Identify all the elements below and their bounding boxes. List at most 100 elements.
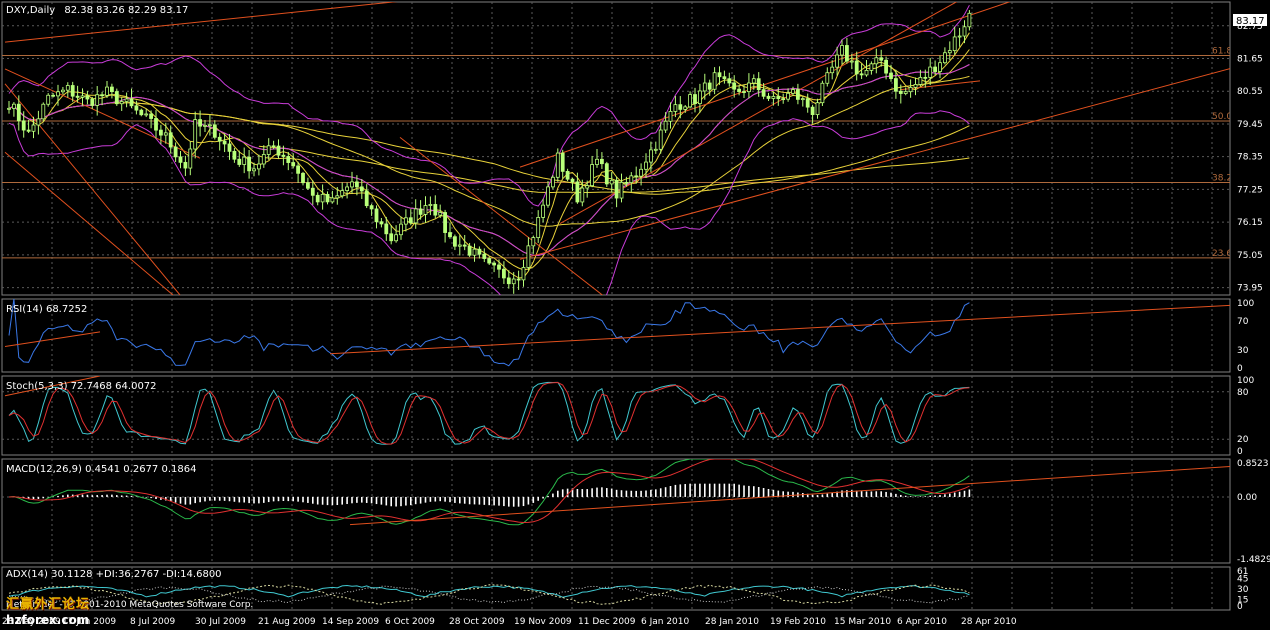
candle-body	[271, 145, 276, 148]
candle-body	[967, 12, 972, 28]
y-tick-label: 76.15	[1237, 218, 1263, 228]
candle-body	[614, 179, 619, 199]
candle-body	[879, 57, 884, 61]
x-tick-label: 6 Oct 2009	[385, 617, 435, 627]
adx-label: ADX(14) 30.1128 +DI:36.2767 -DI:14.6800	[6, 569, 222, 580]
candle-body	[933, 66, 937, 72]
y-tick-label: 77.25	[1237, 185, 1263, 195]
candle-body	[408, 217, 413, 224]
candle-body	[506, 277, 511, 285]
candle-body	[315, 194, 320, 203]
candle-body	[75, 95, 80, 98]
candle-body	[796, 89, 800, 100]
candle-body	[649, 149, 653, 163]
candle-body	[810, 106, 815, 116]
candle-body	[452, 236, 457, 247]
candle-body	[310, 187, 315, 196]
candle-body	[403, 217, 408, 225]
candle-body	[384, 223, 389, 235]
rsi-tick-label: 30	[1237, 346, 1249, 356]
candle-body	[928, 66, 933, 78]
candle-body	[252, 168, 256, 172]
candle-body	[898, 90, 903, 94]
trendline	[4, 2, 398, 43]
candle-body	[923, 76, 928, 79]
candle-body	[95, 94, 100, 106]
candle-body	[56, 91, 60, 97]
candle-body	[335, 195, 340, 199]
candle-body	[874, 57, 879, 65]
candle-body	[903, 91, 908, 94]
x-tick-label: 6 Apr 2010	[897, 617, 947, 627]
candle-body	[551, 176, 555, 188]
candle-body	[100, 94, 104, 97]
candle-body	[168, 132, 173, 148]
candle-body	[16, 103, 21, 122]
candle-body	[325, 193, 330, 203]
candle-body	[913, 84, 918, 88]
candle-body	[698, 90, 702, 105]
chart-title: DXY,Daily 82.38 83.26 82.29 83.17	[6, 5, 188, 16]
candle-body	[423, 205, 428, 215]
dxy-chart: 61.850.038.223.6 82.7581.6580.5579.4578.…	[1, 1, 1270, 627]
axis-labels: 82.7581.6580.5579.4578.3577.2576.1575.05…	[2, 22, 1270, 627]
candle-body	[389, 233, 394, 242]
candle-body	[394, 234, 399, 242]
macd-trendline	[349, 465, 1230, 526]
candle-body	[727, 78, 732, 84]
candle-body	[653, 148, 658, 151]
candle-body	[90, 98, 95, 106]
y-tick-label: 73.95	[1237, 284, 1263, 294]
candle-body	[443, 212, 448, 233]
candle-body	[80, 95, 85, 98]
panel-frame-main	[1, 1, 1231, 296]
moving-average-5	[8, 32, 970, 279]
candle-body	[590, 164, 594, 187]
candle-body	[359, 186, 364, 192]
candle-body	[217, 136, 222, 142]
stoch-label: Stoch(5,3,3) 72.7468 64.0072	[6, 381, 157, 392]
candle-body	[501, 268, 506, 279]
candle-body	[487, 258, 492, 264]
candle-body	[462, 244, 467, 247]
candle-body	[668, 111, 673, 122]
candle-body	[320, 193, 325, 203]
candle-body	[413, 208, 418, 224]
candle-body	[609, 179, 614, 185]
candle-body	[276, 145, 281, 156]
candle-body	[575, 181, 580, 203]
candle-body	[565, 170, 570, 180]
candle-body	[232, 150, 237, 160]
candle-body	[737, 88, 741, 92]
candle-body	[541, 204, 545, 218]
candle-body	[560, 152, 565, 172]
candle-body	[305, 182, 310, 189]
candle-body	[683, 106, 688, 110]
candle-body	[154, 118, 158, 131]
candle-body	[938, 62, 942, 72]
candle-body	[188, 148, 193, 169]
candle-body	[634, 175, 639, 178]
candle-body	[418, 208, 423, 215]
x-tick-label: 19 Nov 2009	[514, 617, 572, 627]
candle-body	[624, 181, 629, 184]
candle-body	[815, 102, 820, 116]
candle-body	[237, 158, 242, 165]
candle-body	[41, 103, 46, 120]
y-tick-label: 78.35	[1237, 153, 1263, 163]
x-tick-label: 30 Jul 2009	[195, 617, 246, 627]
y-tick-label: 80.55	[1237, 87, 1263, 97]
candle-body	[854, 60, 859, 75]
candle-body	[952, 36, 957, 51]
candle-body	[119, 101, 124, 105]
candle-body	[962, 26, 967, 37]
candle-body	[70, 85, 75, 97]
candle-body	[526, 245, 531, 268]
x-tick-label: 11 Dec 2009	[578, 617, 636, 627]
macd-label: MACD(12,26,9) 0.4541 0.2677 0.1864	[6, 464, 196, 475]
candle-body	[31, 124, 36, 132]
candle-body	[595, 158, 599, 165]
candle-body	[301, 172, 305, 184]
price-panel: 61.8 50.0 38.2 23.6	[2, 2, 1230, 295]
trendline	[519, 2, 1011, 168]
